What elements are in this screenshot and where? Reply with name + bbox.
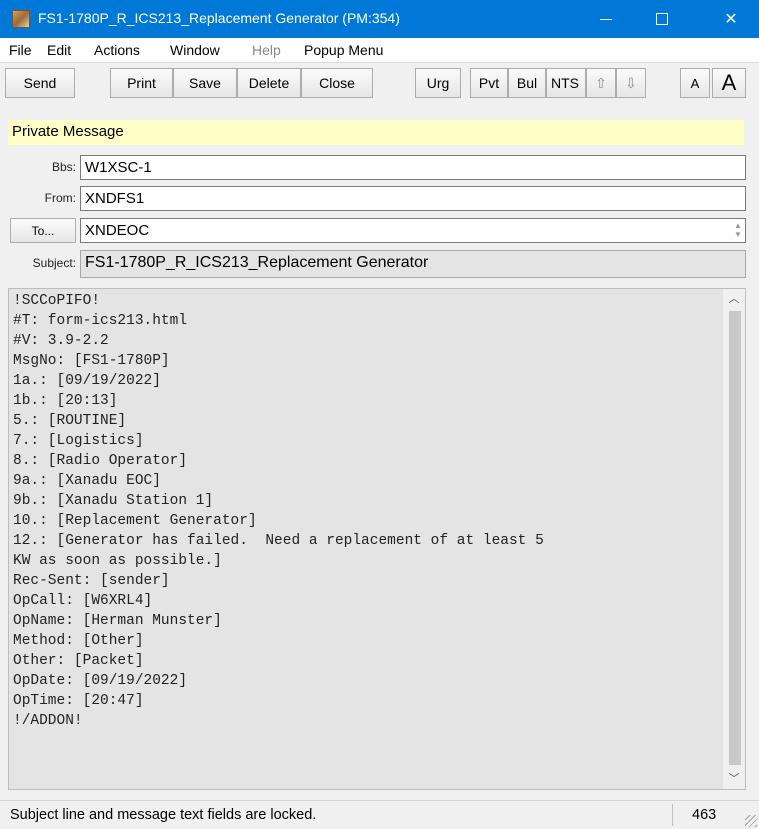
minimize-button[interactable] <box>578 0 634 38</box>
subject-field[interactable]: FS1-1780P_R_ICS213_Replacement Generator <box>80 250 746 278</box>
message-scrollbar[interactable]: ︿ ﹀ <box>723 289 745 789</box>
message-line: 10.: [Replacement Generator] <box>13 513 257 529</box>
menu-help[interactable]: Help <box>252 42 281 58</box>
resize-grip-icon[interactable] <box>745 815 757 827</box>
message-line: Other: [Packet] <box>13 653 144 669</box>
status-divider <box>672 804 673 826</box>
font-larger-button[interactable]: A <box>712 68 746 98</box>
message-line: 5.: [ROUTINE] <box>13 413 127 429</box>
minimize-icon <box>600 18 612 20</box>
message-line: 9b.: [Xanadu Station 1] <box>13 493 214 509</box>
arrow-down-icon: ⇩ <box>625 74 637 91</box>
from-field[interactable]: XNDFS1 <box>80 186 746 211</box>
title-bar[interactable]: FS1-1780P_R_ICS213_Replacement Generator… <box>0 0 759 38</box>
message-line: OpDate: [09/19/2022] <box>13 673 188 689</box>
subject-label: Subject: <box>32 256 76 270</box>
print-button[interactable]: Print <box>110 68 173 98</box>
scroll-down-icon[interactable]: ﹀ <box>723 769 745 789</box>
message-line: !/ADDON! <box>13 713 83 729</box>
message-line: OpName: [Herman Munster] <box>13 613 222 629</box>
message-line: KW as soon as possible.] <box>13 553 222 569</box>
message-type-banner: Private Message <box>8 120 744 145</box>
message-line: 8.: [Radio Operator] <box>13 453 188 469</box>
message-line: Rec-Sent: [sender] <box>13 573 170 589</box>
to-button[interactable]: To... <box>10 218 76 243</box>
message-line: !SCCoPIFO! <box>13 293 101 309</box>
status-bar: Subject line and message text fields are… <box>0 800 759 829</box>
character-count: 463 <box>692 807 717 823</box>
font-smaller-button[interactable]: A <box>680 68 710 98</box>
bulletin-button[interactable]: Bul <box>508 68 546 98</box>
packet-app-icon[interactable] <box>12 10 30 28</box>
menu-bar: File Edit Actions Window Help Popup Menu <box>0 38 759 63</box>
message-line: #V: 3.9-2.2 <box>13 333 109 349</box>
to-field[interactable]: XNDEOC ▲ ▼ <box>80 218 746 243</box>
message-line: 7.: [Logistics] <box>13 433 144 449</box>
message-text: !SCCoPIFO! #T: form-ics213.html #V: 3.9-2.… <box>13 291 544 731</box>
scroll-thumb[interactable] <box>729 311 741 765</box>
move-up-button[interactable]: ⇧ <box>586 68 616 98</box>
maximize-button[interactable] <box>634 0 690 38</box>
close-button[interactable]: Close <box>301 68 373 98</box>
message-line: OpCall: [W6XRL4] <box>13 593 153 609</box>
message-line: #T: form-ics213.html <box>13 313 188 329</box>
menu-window[interactable]: Window <box>170 42 220 58</box>
arrow-up-icon: ⇧ <box>595 74 607 91</box>
to-value: XNDEOC <box>85 222 150 239</box>
message-line: Method: [Other] <box>13 633 144 649</box>
move-down-button[interactable]: ⇩ <box>616 68 646 98</box>
message-line: 12.: [Generator has failed. Need a repla… <box>13 533 544 549</box>
menu-file[interactable]: File <box>9 42 32 58</box>
window-title: FS1-1780P_R_ICS213_Replacement Generator… <box>38 10 400 26</box>
scroll-up-icon[interactable]: ︿ <box>723 289 745 309</box>
menu-edit[interactable]: Edit <box>47 42 71 58</box>
message-line: OpTime: [20:47] <box>13 693 144 709</box>
nts-button[interactable]: NTS <box>546 68 586 98</box>
message-line: MsgNo: [FS1-1780P] <box>13 353 170 369</box>
send-button[interactable]: Send <box>5 68 75 98</box>
bbs-field[interactable]: W1XSC-1 <box>80 155 746 180</box>
menu-popup[interactable]: Popup Menu <box>304 42 383 58</box>
status-text: Subject line and message text fields are… <box>10 807 317 823</box>
message-body[interactable]: !SCCoPIFO! #T: form-ics213.html #V: 3.9-2.… <box>8 288 746 790</box>
delete-button[interactable]: Delete <box>237 68 301 98</box>
to-field-spin-icon[interactable]: ▲ ▼ <box>733 221 743 239</box>
close-window-button[interactable]: ✕ <box>703 0 759 38</box>
message-line: 1b.: [20:13] <box>13 393 118 409</box>
urgent-button[interactable]: Urg <box>415 68 461 98</box>
message-line: 9a.: [Xanadu EOC] <box>13 473 161 489</box>
from-label: From: <box>44 191 76 205</box>
private-button[interactable]: Pvt <box>470 68 508 98</box>
maximize-icon <box>656 13 668 25</box>
save-button[interactable]: Save <box>173 68 237 98</box>
menu-actions[interactable]: Actions <box>94 42 140 58</box>
message-line: 1a.: [09/19/2022] <box>13 373 161 389</box>
close-icon: ✕ <box>724 11 738 28</box>
bbs-label: Bbs: <box>51 160 76 174</box>
